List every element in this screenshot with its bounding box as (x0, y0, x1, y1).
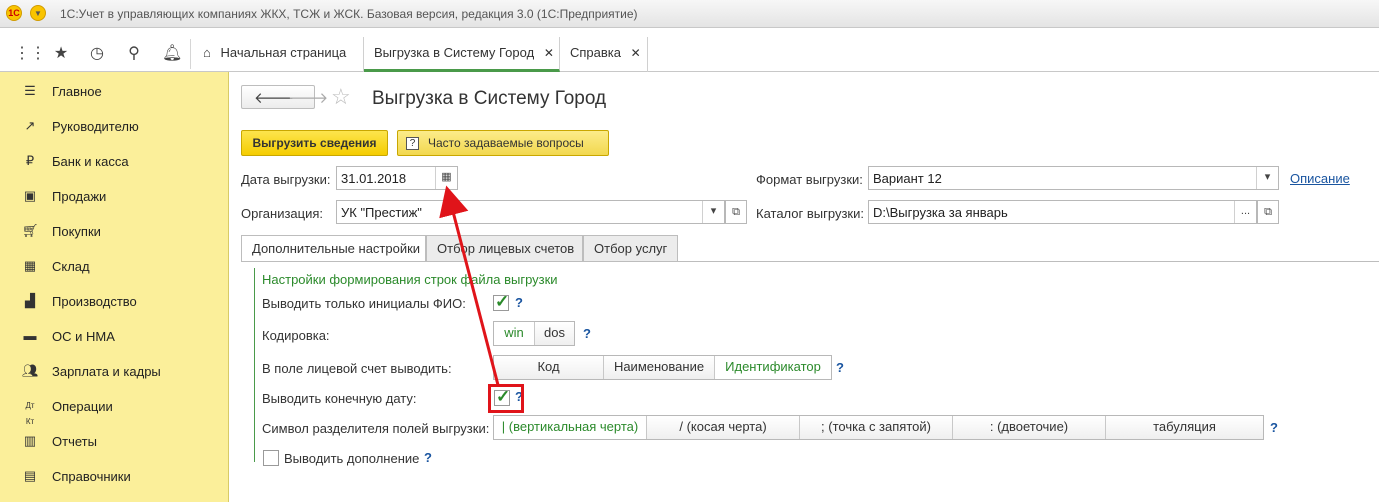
annotation-arrow (439, 185, 500, 386)
